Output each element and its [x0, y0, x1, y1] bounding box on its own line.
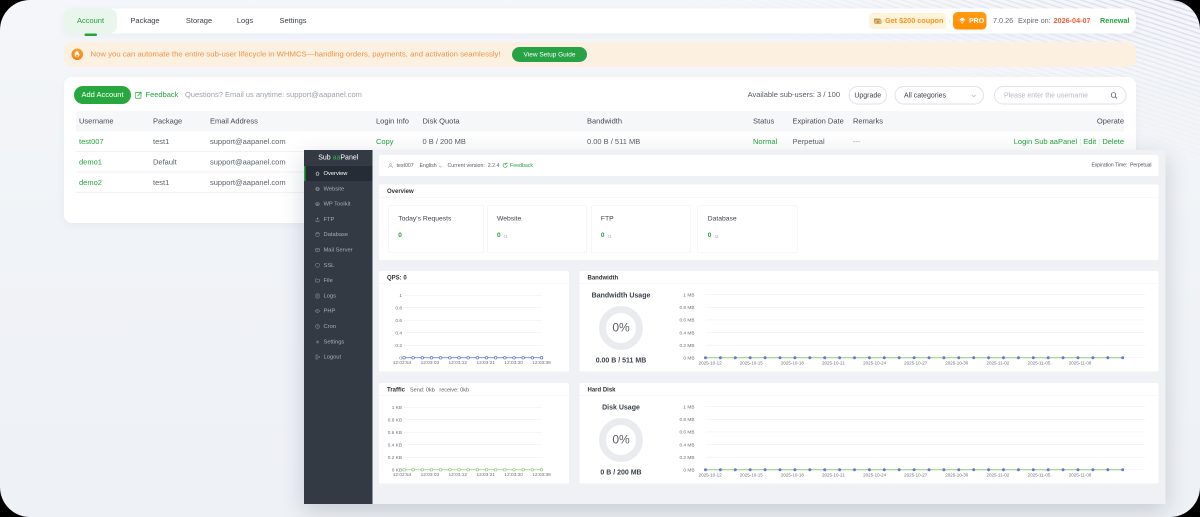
svg-text:12:02:54: 12:02:54	[393, 472, 412, 478]
svg-text:0.6 MB: 0.6 MB	[679, 318, 694, 324]
svg-text:2025-10-24: 2025-10-24	[863, 473, 887, 478]
svg-text:12:03:12: 12:03:12	[449, 360, 468, 366]
svg-text:2025-11-02: 2025-11-02	[987, 361, 1010, 366]
svg-text:2025-11-08: 2025-11-08	[1069, 473, 1092, 478]
svg-text:0 MB: 0 MB	[683, 356, 694, 362]
svg-text:0.8 MB: 0.8 MB	[679, 417, 694, 423]
svg-text:12:03:21: 12:03:21	[476, 472, 495, 478]
svg-text:2025-11-05: 2025-11-05	[1028, 361, 1051, 366]
svg-text:0.6 KB: 0.6 KB	[388, 430, 402, 436]
svg-text:12:03:30: 12:03:30	[504, 472, 523, 478]
svg-text:2025-10-15: 2025-10-15	[740, 473, 764, 478]
svg-text:0.4 KB: 0.4 KB	[388, 443, 402, 449]
svg-text:2025-11-08: 2025-11-08	[1069, 361, 1092, 366]
svg-text:12:03:30: 12:03:30	[504, 360, 523, 366]
svg-text:1: 1	[399, 293, 402, 299]
svg-text:0.8: 0.8	[395, 306, 402, 312]
svg-text:0.4 MB: 0.4 MB	[679, 330, 694, 336]
svg-text:12:02:54: 12:02:54	[393, 360, 412, 366]
svg-text:12:03:03: 12:03:03	[421, 472, 440, 478]
svg-text:2025-10-24: 2025-10-24	[863, 361, 887, 366]
svg-text:2025-10-18: 2025-10-18	[781, 361, 805, 366]
svg-text:2025-10-27: 2025-10-27	[904, 473, 928, 478]
svg-text:1 KB: 1 KB	[392, 405, 402, 411]
svg-text:0.2 MB: 0.2 MB	[679, 343, 694, 349]
svg-text:2025-11-05: 2025-11-05	[1028, 473, 1051, 478]
svg-text:12:03:38: 12:03:38	[532, 472, 551, 478]
svg-text:2025-10-18: 2025-10-18	[781, 473, 805, 478]
svg-text:0.6: 0.6	[395, 318, 402, 324]
svg-text:2025-10-21: 2025-10-21	[822, 473, 846, 478]
svg-text:2025-10-21: 2025-10-21	[822, 361, 846, 366]
svg-text:12:03:03: 12:03:03	[421, 360, 440, 366]
svg-text:2025-10-12: 2025-10-12	[699, 473, 723, 478]
svg-text:0.4: 0.4	[395, 331, 402, 337]
svg-text:0.6 MB: 0.6 MB	[679, 430, 694, 436]
svg-text:0.4 MB: 0.4 MB	[679, 442, 694, 448]
svg-text:2025-10-12: 2025-10-12	[699, 361, 723, 366]
svg-text:0 MB: 0 MB	[683, 468, 694, 474]
svg-text:0.8 KB: 0.8 KB	[388, 418, 402, 424]
svg-text:0.8 MB: 0.8 MB	[679, 305, 694, 311]
svg-text:12:03:12: 12:03:12	[449, 472, 468, 478]
svg-text:2025-10-15: 2025-10-15	[740, 361, 764, 366]
svg-text:12:03:38: 12:03:38	[532, 360, 551, 366]
svg-text:2025-10-30: 2025-10-30	[945, 473, 969, 478]
svg-text:1 MB: 1 MB	[683, 293, 694, 299]
svg-text:2025-10-27: 2025-10-27	[904, 361, 928, 366]
svg-text:12:03:21: 12:03:21	[476, 360, 495, 366]
svg-text:2025-10-30: 2025-10-30	[945, 361, 969, 366]
svg-text:2025-11-02: 2025-11-02	[987, 473, 1010, 478]
svg-text:0.2 KB: 0.2 KB	[388, 455, 402, 461]
svg-text:1 MB: 1 MB	[683, 405, 694, 411]
svg-text:0.2: 0.2	[395, 343, 402, 349]
svg-text:0.2 MB: 0.2 MB	[679, 455, 694, 461]
